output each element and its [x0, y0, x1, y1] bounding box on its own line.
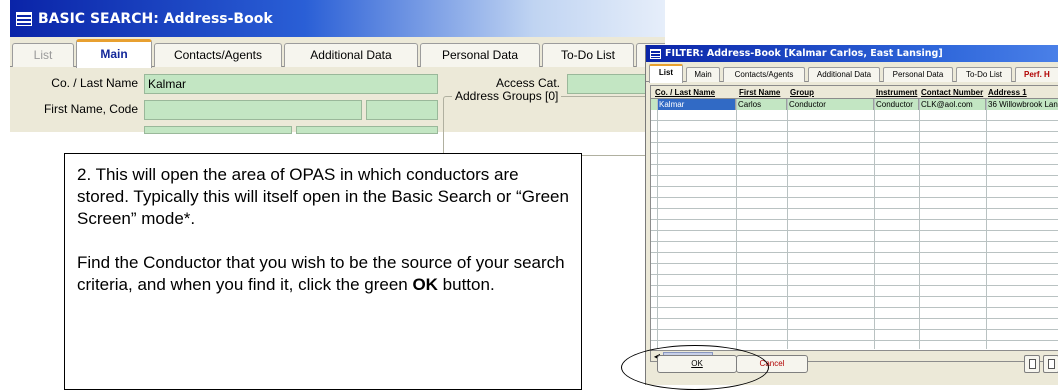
document-icon	[1048, 359, 1055, 369]
filter-tab-to-do-list[interactable]: To-Do List	[956, 67, 1012, 82]
grid-divider	[657, 99, 658, 349]
table-row[interactable]: Kalmar Carlos Conductor Conductor CLK@ao…	[651, 99, 1058, 110]
instruction-callout: 2. This will open the area of OPAS in wh…	[64, 153, 582, 390]
last-name-label: Co. / Last Name	[51, 76, 138, 90]
filter-tab-personal-data[interactable]: Personal Data	[883, 67, 953, 82]
app-window-icon	[650, 48, 661, 59]
grid-divider	[736, 99, 737, 349]
column-header-first-name[interactable]: First Name	[737, 86, 787, 99]
column-header-contact-number[interactable]: Contact Number	[919, 86, 987, 99]
copy-record-button[interactable]	[1043, 355, 1058, 373]
filter-titlebar[interactable]: FILTER: Address-Book [Kalmar Carlos, Eas…	[646, 45, 1058, 62]
document-icon	[1029, 359, 1036, 369]
basic-search-tabbar: List Main Contacts/Agents Additional Dat…	[10, 37, 665, 68]
grid-empty-rows	[651, 110, 1058, 350]
filter-tab-list[interactable]: List	[649, 64, 683, 83]
callout-text-end: button.	[437, 275, 495, 294]
filter-tab-contacts-agents[interactable]: Contacts/Agents	[723, 67, 805, 82]
address-groups-box	[443, 96, 658, 156]
grid-divider	[787, 99, 788, 349]
filter-title: FILTER: Address-Book [Kalmar Carlos, Eas…	[665, 48, 943, 59]
callout-paragraph-1: 2. This will open the area of OPAS in wh…	[77, 165, 569, 228]
results-grid[interactable]: Co. / Last Name First Name Group Instrum…	[650, 85, 1058, 362]
last-name-field[interactable]: Kalmar	[144, 74, 438, 94]
highlight-ellipse	[621, 345, 769, 390]
callout-paragraph-2: Find the Conductor that you wish to be t…	[77, 252, 569, 296]
cell-first-name[interactable]: Carlos	[736, 99, 787, 110]
tab-additional-data[interactable]: Additional Data	[284, 43, 418, 67]
grid-header: Co. / Last Name First Name Group Instrum…	[651, 86, 1058, 99]
cell-last-name[interactable]: Kalmar	[657, 99, 736, 110]
access-cat-label: Access Cat.	[495, 76, 560, 90]
first-name-label: First Name, Code	[43, 102, 138, 116]
filter-tab-additional-data[interactable]: Additional Data	[808, 67, 880, 82]
callout-ok-emphasis: OK	[412, 275, 438, 294]
new-record-button[interactable]	[1024, 355, 1040, 373]
tab-list[interactable]: List	[12, 43, 74, 67]
tab-to-do-list[interactable]: To-Do List	[542, 43, 634, 67]
cell-group[interactable]: Conductor	[787, 99, 874, 110]
filter-tab-main[interactable]: Main	[686, 67, 720, 82]
column-header-group[interactable]: Group	[788, 86, 838, 99]
grid-divider	[874, 99, 875, 349]
basic-search-titlebar[interactable]: BASIC SEARCH: Address-Book	[10, 0, 665, 37]
column-header-instrument[interactable]: Instrument	[874, 86, 921, 99]
column-header-last-name[interactable]: Co. / Last Name	[653, 86, 731, 99]
filter-tabbar: List Main Contacts/Agents Additional Dat…	[646, 64, 1058, 83]
cell-instrument[interactable]: Conductor	[874, 99, 919, 110]
basic-search-title: BASIC SEARCH: Address-Book	[38, 10, 273, 27]
code-field[interactable]	[366, 100, 438, 120]
column-header-address-1[interactable]: Address 1	[986, 86, 1058, 99]
name-field-partial[interactable]	[144, 126, 292, 134]
name-field-partial-2[interactable]	[296, 126, 438, 134]
address-groups-label: Address Groups [0]	[452, 89, 562, 103]
cell-contact-number[interactable]: CLK@aol.com	[919, 99, 986, 110]
grid-divider	[986, 99, 987, 349]
filter-window: FILTER: Address-Book [Kalmar Carlos, Eas…	[645, 45, 1058, 385]
filter-tab-perf-history[interactable]: Perf. H	[1015, 67, 1058, 82]
grid-divider	[919, 99, 920, 349]
first-name-field[interactable]	[144, 100, 362, 120]
tab-personal-data[interactable]: Personal Data	[420, 43, 540, 67]
cell-address-1[interactable]: 36 Willowbrook Lan	[986, 99, 1058, 110]
app-window-icon	[16, 11, 32, 26]
tab-contacts-agents[interactable]: Contacts/Agents	[154, 43, 282, 67]
tab-main[interactable]: Main	[76, 39, 152, 68]
